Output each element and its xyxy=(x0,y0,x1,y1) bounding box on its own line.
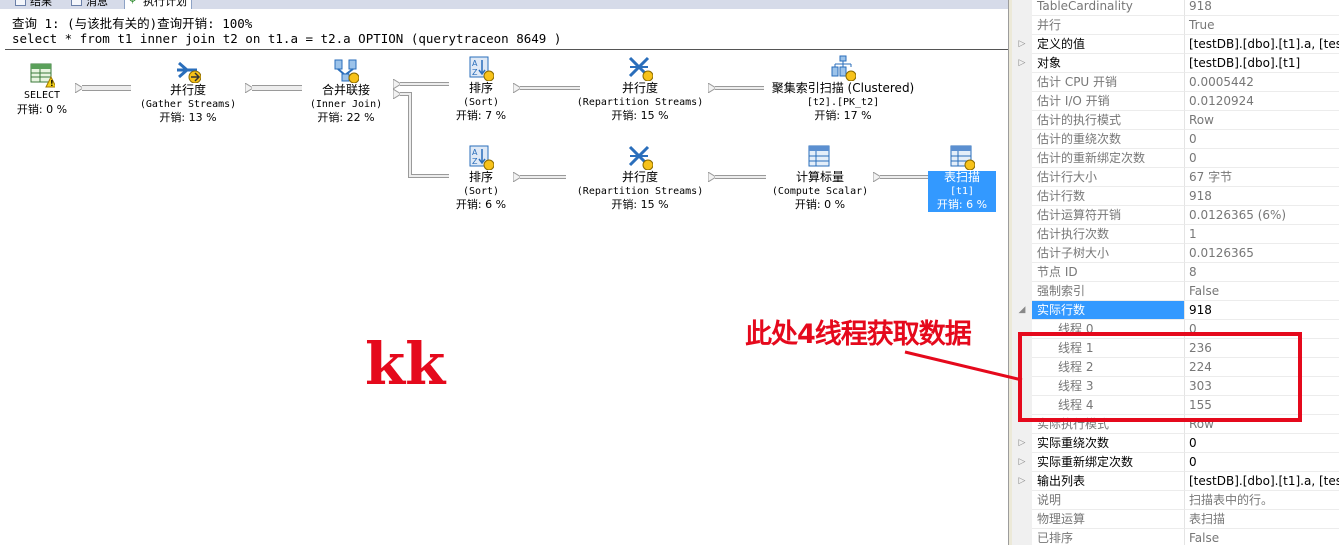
annotation-text: 此处4线程获取数据 xyxy=(745,319,972,350)
annotation-arrow xyxy=(904,350,1023,382)
